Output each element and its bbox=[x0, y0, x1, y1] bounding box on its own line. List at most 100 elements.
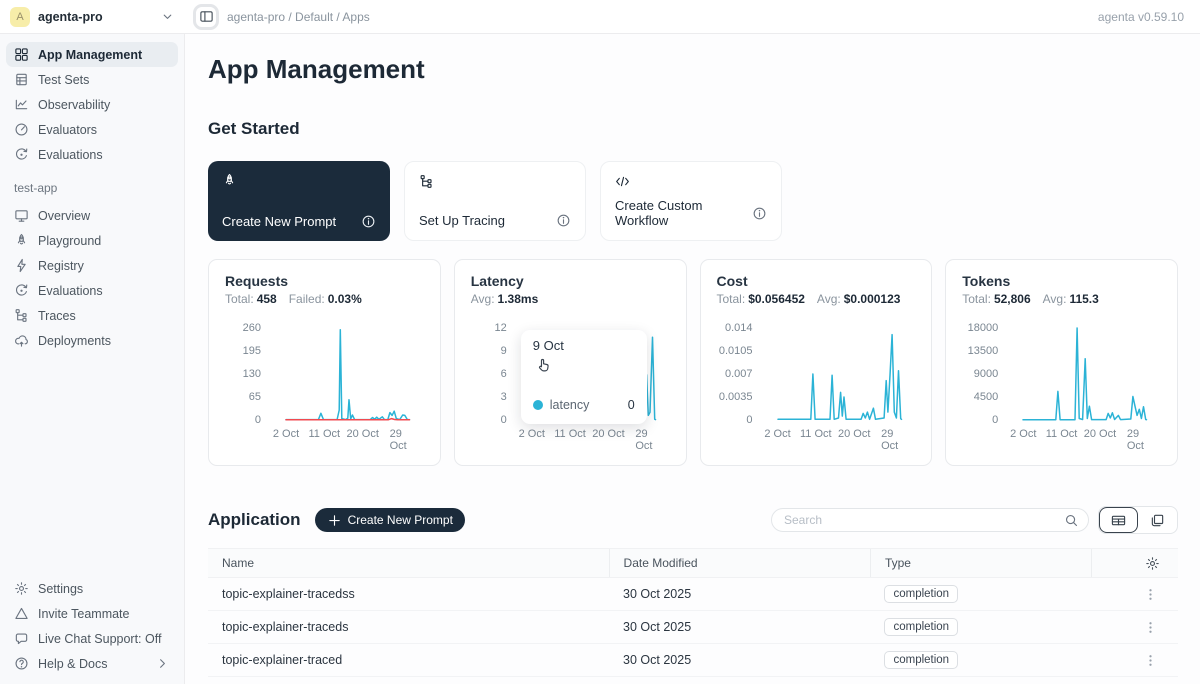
page-title: App Management bbox=[208, 54, 1178, 85]
row-menu-kebab-icon[interactable] bbox=[1105, 587, 1164, 602]
chart-plot: 18000135009000450002 Oct11 Oct20 Oct29 O… bbox=[962, 316, 1161, 448]
sidebar-item-app-management[interactable]: App Management bbox=[6, 42, 178, 67]
x-axis-tick: 20 Oct bbox=[1084, 428, 1116, 440]
sidebar-item-label: Observability bbox=[38, 98, 110, 112]
chart-title: Requests bbox=[225, 273, 424, 289]
column-header-date-modified[interactable]: Date Modified bbox=[609, 549, 870, 578]
evaluations-icon bbox=[14, 283, 29, 298]
sidebar-item-settings[interactable]: Settings bbox=[6, 576, 178, 601]
app-name[interactable]: topic-explainer-traced bbox=[208, 644, 609, 677]
breadcrumb[interactable]: agenta-pro / Default / Apps bbox=[227, 10, 370, 24]
sidebar-item-label: Overview bbox=[38, 209, 90, 223]
y-axis-tick: 0.014 bbox=[717, 322, 753, 334]
search-input[interactable] bbox=[784, 513, 1064, 527]
y-axis-tick: 0 bbox=[962, 414, 998, 426]
app-version: agenta v0.59.10 bbox=[1098, 10, 1200, 24]
app-name[interactable]: career-assessment bbox=[208, 677, 609, 684]
app-type: completion bbox=[870, 644, 1091, 677]
card-view-button[interactable] bbox=[1138, 507, 1177, 533]
get-started-card-create-custom-workflow[interactable]: Create Custom Workflow bbox=[600, 161, 782, 241]
applications-table: NameDate ModifiedType topic-explainer-tr… bbox=[208, 548, 1178, 684]
sidebar-item-invite-teammate[interactable]: Invite Teammate bbox=[6, 601, 178, 626]
chevron-down-icon bbox=[160, 9, 175, 24]
workspace-switcher[interactable]: A agenta-pro bbox=[0, 7, 185, 27]
table-row[interactable]: career-assessment27 Oct 2025completion bbox=[208, 677, 1178, 684]
sidebar-item-overview[interactable]: Overview bbox=[6, 203, 178, 228]
sidebar-item-evaluators[interactable]: Evaluators bbox=[6, 117, 178, 142]
y-axis-tick: 3 bbox=[471, 391, 507, 403]
get-started-card-set-up-tracing[interactable]: Set Up Tracing bbox=[404, 161, 586, 241]
app-name[interactable]: topic-explainer-tracedss bbox=[208, 578, 609, 611]
y-axis-tick: 12 bbox=[471, 322, 507, 334]
chart-stats: Total:52,806Avg:115.3 bbox=[962, 292, 1161, 306]
app-date-modified: 30 Oct 2025 bbox=[609, 578, 870, 611]
sidebar-toggle-button[interactable] bbox=[193, 4, 219, 30]
y-axis-tick: 9 bbox=[471, 345, 507, 357]
sidebar-item-live-chat-support-off[interactable]: Live Chat Support: Off bbox=[6, 626, 178, 651]
code-icon bbox=[615, 174, 767, 189]
chart-line-svg bbox=[1006, 316, 1164, 426]
chart-stats: Total:458Failed:0.03% bbox=[225, 292, 424, 306]
search-icon bbox=[1064, 513, 1079, 528]
y-axis-tick: 9000 bbox=[962, 368, 998, 380]
sidebar-item-playground[interactable]: Playground bbox=[6, 228, 178, 253]
y-axis-tick: 4500 bbox=[962, 391, 998, 403]
sidebar-item-traces[interactable]: Traces bbox=[6, 303, 178, 328]
table-view-icon bbox=[1111, 513, 1126, 528]
x-axis-tick: 11 Oct bbox=[554, 428, 586, 440]
app-date-modified: 30 Oct 2025 bbox=[609, 611, 870, 644]
create-new-prompt-button[interactable]: Create New Prompt bbox=[315, 508, 465, 532]
workspace-name: agenta-pro bbox=[38, 10, 152, 24]
sidebar-item-test-sets[interactable]: Test Sets bbox=[6, 67, 178, 92]
info-icon[interactable] bbox=[752, 206, 767, 221]
testsets-icon bbox=[14, 72, 29, 87]
app-type: completion bbox=[870, 578, 1091, 611]
table-view-button[interactable] bbox=[1099, 507, 1138, 533]
x-axis-tick: 29 Oct bbox=[390, 428, 413, 452]
evaluations-icon bbox=[14, 147, 29, 162]
row-menu-kebab-icon[interactable] bbox=[1105, 620, 1164, 635]
info-icon[interactable] bbox=[556, 213, 571, 228]
row-menu-kebab-icon[interactable] bbox=[1105, 653, 1164, 668]
sidebar-item-label: App Management bbox=[38, 48, 142, 62]
x-axis-tick: 11 Oct bbox=[800, 428, 832, 440]
chart-plot: 0.0140.01050.0070.003502 Oct11 Oct20 Oct… bbox=[717, 316, 916, 448]
table-settings-gear-icon[interactable] bbox=[1106, 556, 1164, 571]
sidebar-item-label: Live Chat Support: Off bbox=[38, 632, 161, 646]
hand-cursor-icon bbox=[535, 356, 552, 373]
x-axis-tick: 20 Oct bbox=[838, 428, 870, 440]
panel-icon bbox=[199, 9, 214, 24]
type-badge: completion bbox=[884, 651, 958, 669]
sidebar-item-label: Test Sets bbox=[38, 73, 89, 87]
y-axis-tick: 13500 bbox=[962, 345, 998, 357]
rocket-icon bbox=[222, 173, 376, 188]
sidebar-item-evaluations[interactable]: Evaluations bbox=[6, 278, 178, 303]
sidebar-item-evaluations[interactable]: Evaluations bbox=[6, 142, 178, 167]
sidebar-item-label: Evaluations bbox=[38, 148, 103, 162]
sidebar-item-deployments[interactable]: Deployments bbox=[6, 328, 178, 353]
app-name[interactable]: topic-explainer-traceds bbox=[208, 611, 609, 644]
info-icon[interactable] bbox=[361, 214, 376, 229]
table-row[interactable]: topic-explainer-traceds30 Oct 2025comple… bbox=[208, 611, 1178, 644]
x-axis-tick: 11 Oct bbox=[309, 428, 341, 440]
table-row[interactable]: topic-explainer-traced30 Oct 2025 complet… bbox=[208, 644, 1178, 677]
column-header-type[interactable]: Type bbox=[870, 549, 1091, 578]
sidebar-item-registry[interactable]: Registry bbox=[6, 253, 178, 278]
table-row[interactable]: topic-explainer-tracedss30 Oct 2025compl… bbox=[208, 578, 1178, 611]
app-date-modified: 30 Oct 2025 bbox=[609, 644, 870, 677]
y-axis-tick: 0.007 bbox=[717, 368, 753, 380]
column-header-name[interactable]: Name bbox=[208, 549, 609, 578]
tooltip-value: 0 bbox=[628, 398, 635, 412]
help-icon bbox=[14, 656, 29, 671]
card-label: Create New Prompt bbox=[222, 214, 336, 229]
chart-stats: Avg:1.38ms bbox=[471, 292, 670, 306]
sidebar-section-label: test-app bbox=[6, 167, 178, 203]
x-axis-tick: 11 Oct bbox=[1046, 428, 1078, 440]
deployments-icon bbox=[14, 333, 29, 348]
y-axis-tick: 130 bbox=[225, 368, 261, 380]
chart-card-latency: LatencyAvg:1.38ms1296302 Oct11 Oct20 Oct… bbox=[454, 259, 687, 466]
get-started-card-create-new-prompt[interactable]: Create New Prompt bbox=[208, 161, 390, 241]
sidebar-item-observability[interactable]: Observability bbox=[6, 92, 178, 117]
sidebar: App Management Test Sets Observability Eval… bbox=[0, 34, 185, 684]
sidebar-item-help-docs[interactable]: Help & Docs bbox=[6, 651, 178, 676]
